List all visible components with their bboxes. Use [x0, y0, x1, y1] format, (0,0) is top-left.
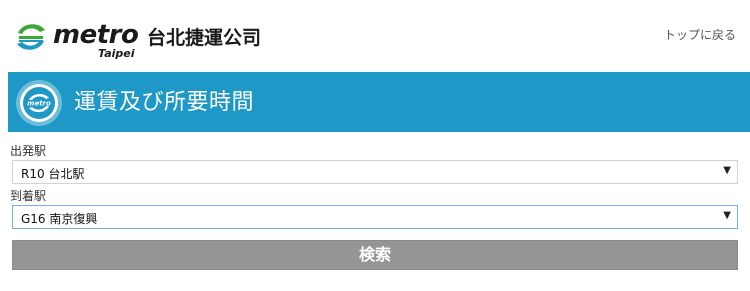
site-header: metro Taipei 台北捷運公司 トップに戻る [0, 0, 750, 66]
departure-label: 出発駅 [10, 144, 47, 158]
search-button[interactable]: 検索 [12, 240, 738, 270]
logo-company-name: 台北捷運公司 [147, 27, 262, 49]
departure-selected-value: R10 台北駅 [21, 167, 85, 181]
page-title: 運賃及び所要時間 [74, 90, 255, 115]
metro-badge-icon: metro Taipei [16, 80, 62, 126]
departure-select[interactable]: R10 台北駅 ▼ [12, 160, 738, 184]
fare-page: metro Taipei 台北捷運公司 トップに戻る metro Taipei … [0, 0, 750, 291]
arrival-selected-value: G16 南京復興 [21, 212, 98, 226]
title-banner: metro Taipei 運賃及び所要時間 [8, 72, 750, 132]
chevron-down-icon: ▼ [723, 165, 731, 176]
back-to-top-link[interactable]: トップに戻る [664, 26, 736, 43]
logo-subtitle: Taipei [98, 47, 135, 60]
arrival-label: 到着駅 [10, 189, 47, 203]
badge-subtitle: Taipei [33, 109, 44, 113]
metro-logo-icon [17, 24, 45, 50]
chevron-down-icon: ▼ [723, 210, 731, 221]
metro-taipei-logo[interactable]: metro Taipei 台北捷運公司 [14, 18, 274, 62]
badge-wordmark: metro [27, 100, 51, 108]
logo-wordmark: metro [53, 20, 139, 50]
arrival-select[interactable]: G16 南京復興 ▼ [12, 205, 738, 229]
